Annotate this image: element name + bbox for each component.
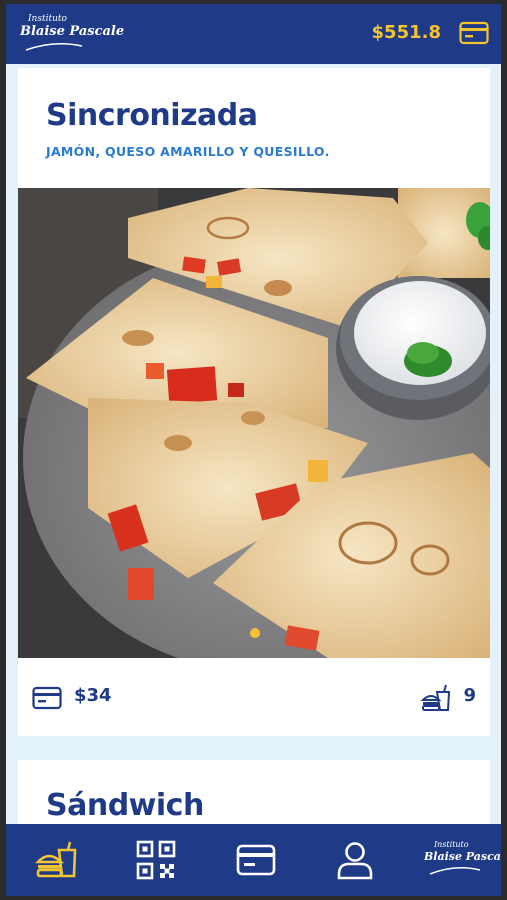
app-screen: Instituto Blaise Pascale $551.8 Sincroni… bbox=[6, 4, 501, 896]
carousel-indicator[interactable] bbox=[250, 628, 260, 638]
logo-swoosh bbox=[429, 867, 481, 875]
product-card[interactable]: Sincronizada JAMÓN, QUESO AMARILLO Y QUE… bbox=[18, 68, 490, 736]
product-info-row: $34 9 bbox=[32, 684, 476, 712]
school-logo[interactable]: Instituto Blaise Pascale bbox=[20, 12, 124, 58]
logo-line2: Blaise Pascale bbox=[424, 850, 501, 863]
card-icon[interactable] bbox=[234, 838, 278, 882]
product-description: JAMÓN, QUESO AMARILLO Y QUESILLO. bbox=[46, 144, 330, 159]
user-icon[interactable] bbox=[333, 838, 377, 882]
bottom-nav: Instituto Blaise Pascale bbox=[6, 824, 501, 896]
quesadilla-photo[interactable] bbox=[18, 188, 490, 658]
card-icon bbox=[32, 686, 62, 710]
product-title: Sincronizada bbox=[46, 98, 258, 133]
qr-code-icon[interactable] bbox=[134, 838, 178, 882]
quesadilla-image bbox=[18, 188, 490, 658]
burger-combo-icon[interactable] bbox=[34, 838, 78, 882]
product-count: 9 bbox=[463, 685, 476, 706]
school-logo[interactable]: Instituto Blaise Pascale bbox=[420, 836, 501, 882]
logo-line2: Blaise Pascale bbox=[20, 24, 125, 39]
balance-amount: $551.8 bbox=[371, 22, 441, 43]
card-icon[interactable] bbox=[459, 21, 489, 45]
logo-line1: Instituto bbox=[434, 840, 469, 849]
top-bar: Instituto Blaise Pascale $551.8 bbox=[6, 4, 501, 64]
product-price: $34 bbox=[74, 685, 112, 706]
burger-combo-icon bbox=[420, 684, 450, 711]
product-title: Sándwich bbox=[46, 788, 204, 823]
logo-line1: Instituto bbox=[28, 14, 67, 24]
logo-swoosh bbox=[25, 42, 83, 51]
